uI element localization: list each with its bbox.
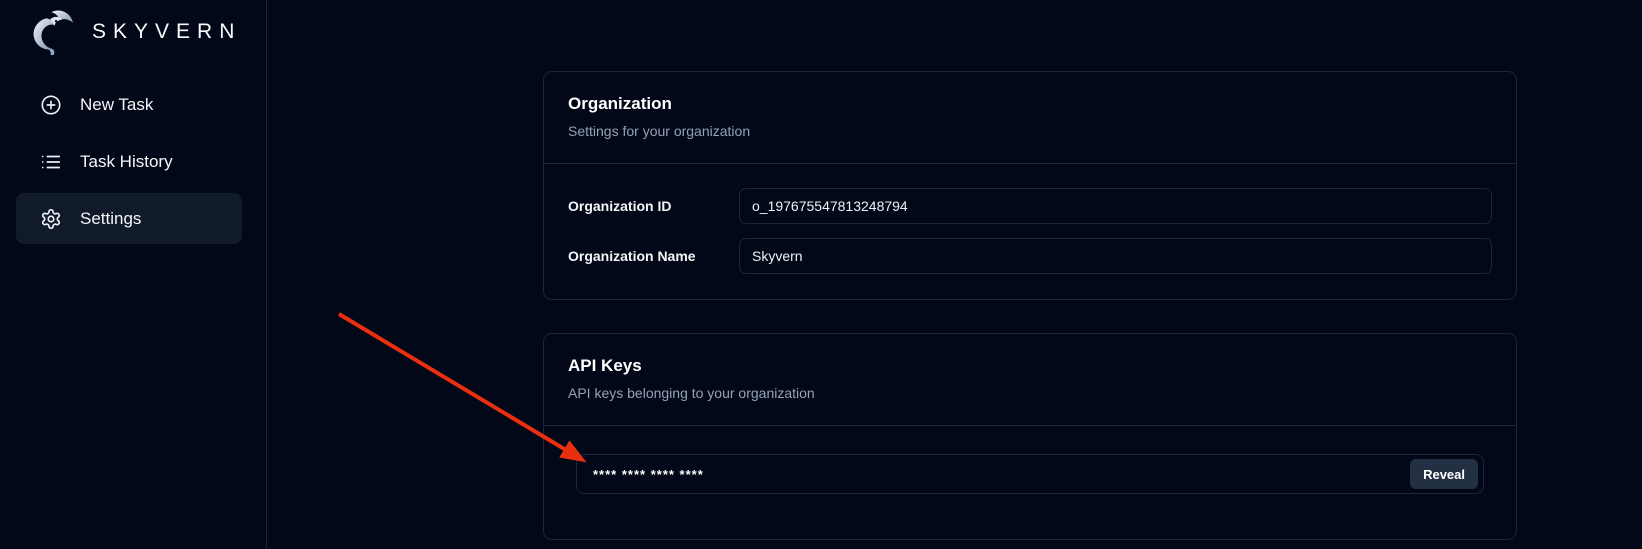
organization-card-subtitle: Settings for your organization (568, 123, 1492, 139)
list-icon (40, 151, 62, 173)
brand-name: SKYVERN (92, 20, 241, 44)
sidebar-item-label: Task History (80, 152, 173, 172)
reveal-button[interactable]: Reveal (1410, 459, 1478, 489)
api-keys-card-subtitle: API keys belonging to your organization (568, 385, 1492, 401)
sidebar: SKYVERN New Task Task History (0, 0, 267, 549)
api-key-field: Reveal (576, 454, 1484, 494)
organization-card: Organization Settings for your organizat… (543, 71, 1517, 300)
sidebar-item-label: New Task (80, 95, 153, 115)
api-keys-card-body: Reveal (544, 426, 1516, 522)
plus-circle-icon (40, 94, 62, 116)
organization-card-header: Organization Settings for your organizat… (544, 72, 1516, 164)
organization-name-label: Organization Name (568, 248, 723, 264)
api-keys-card-header: API Keys API keys belonging to your orga… (544, 334, 1516, 426)
api-keys-card-title: API Keys (568, 356, 1492, 376)
organization-id-label: Organization ID (568, 198, 723, 214)
sidebar-item-label: Settings (80, 209, 141, 229)
sidebar-item-task-history[interactable]: Task History (16, 136, 242, 187)
api-key-input[interactable] (577, 455, 1410, 493)
organization-name-input[interactable] (739, 238, 1492, 274)
organization-name-row: Organization Name (568, 238, 1492, 274)
sidebar-item-new-task[interactable]: New Task (16, 79, 242, 130)
organization-card-title: Organization (568, 94, 1492, 114)
organization-id-input[interactable] (739, 188, 1492, 224)
organization-id-row: Organization ID (568, 188, 1492, 224)
api-keys-card: API Keys API keys belonging to your orga… (543, 333, 1517, 540)
sidebar-nav: New Task Task History Settings (0, 76, 266, 247)
sidebar-item-settings[interactable]: Settings (16, 193, 242, 244)
skyvern-logo: SKYVERN (0, 0, 266, 58)
skyvern-dragon-icon (28, 9, 78, 55)
gear-icon (40, 208, 62, 230)
organization-card-body: Organization ID Organization Name (544, 164, 1516, 298)
